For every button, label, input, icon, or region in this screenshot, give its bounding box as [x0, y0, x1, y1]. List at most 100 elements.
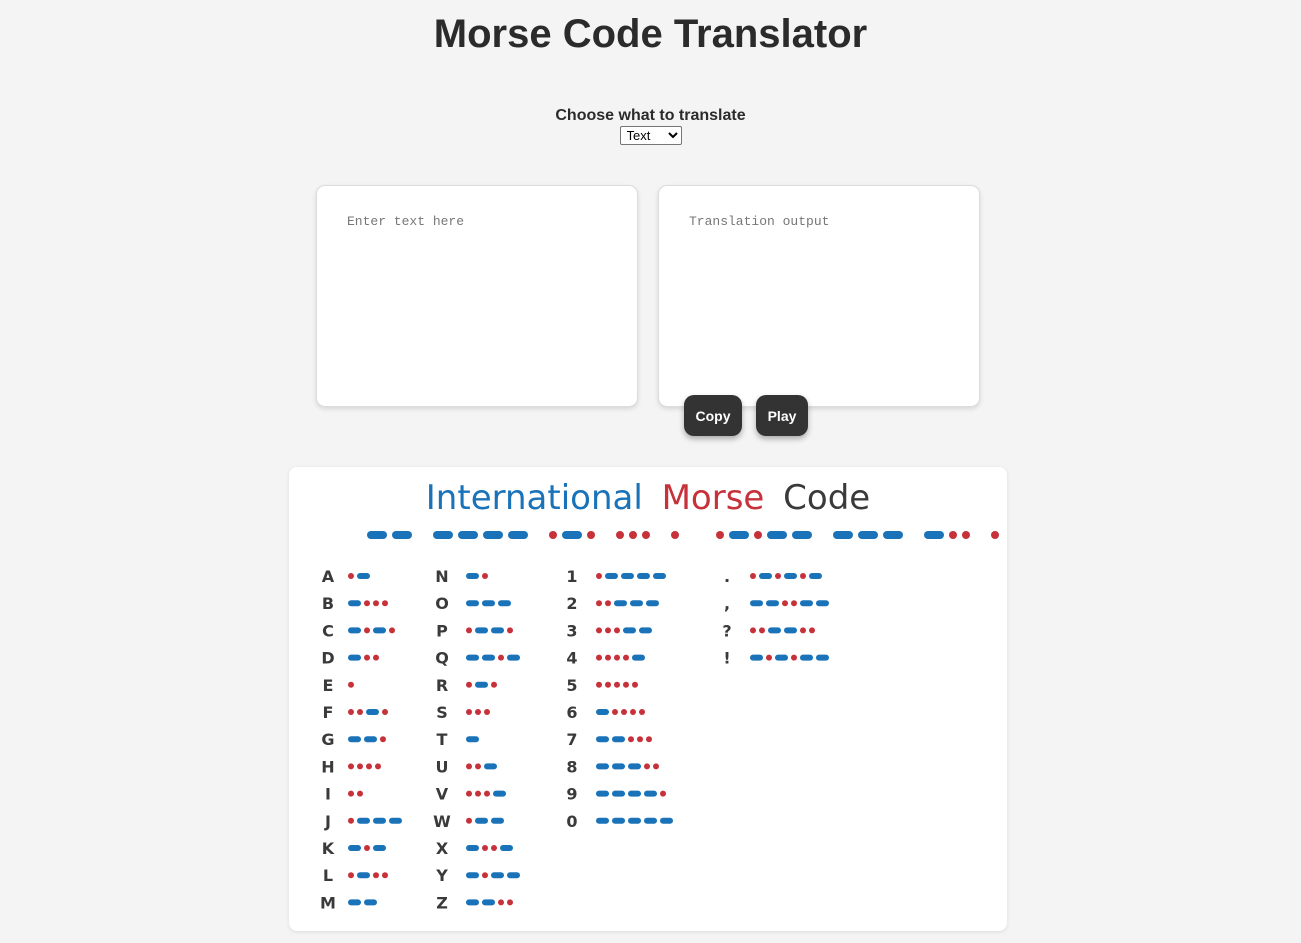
dash-mark — [628, 790, 641, 797]
dot-mark — [484, 790, 490, 797]
page-title: Morse Code Translator — [433, 12, 868, 56]
dash-mark — [482, 600, 495, 607]
dash-mark — [809, 573, 822, 579]
dot-mark — [375, 763, 381, 770]
dot-mark — [754, 531, 762, 539]
code-character: ! — [723, 649, 730, 668]
dot-mark — [475, 790, 481, 797]
dash-mark — [612, 790, 625, 797]
code-entry: H — [321, 757, 381, 776]
chart-title-international: International — [426, 478, 643, 518]
dash-mark — [596, 763, 609, 770]
dot-mark — [382, 709, 388, 715]
dot-mark — [364, 627, 370, 634]
dot-mark — [962, 531, 970, 539]
text-input[interactable] — [316, 185, 638, 407]
dash-mark — [348, 654, 361, 661]
dash-mark — [458, 531, 478, 539]
dot-mark — [466, 817, 472, 824]
code-character: 2 — [566, 594, 577, 613]
dash-mark — [630, 600, 643, 607]
dash-mark — [364, 899, 377, 906]
dash-mark — [364, 736, 377, 743]
dash-mark — [833, 531, 853, 539]
dot-mark — [364, 600, 370, 607]
dash-mark — [562, 531, 582, 539]
dot-mark — [605, 654, 611, 661]
dot-mark — [614, 681, 620, 688]
dot-mark — [348, 817, 354, 824]
mode-select[interactable]: TextMorse — [619, 126, 682, 145]
code-entry: Y — [435, 866, 520, 885]
dash-mark — [348, 600, 361, 607]
code-character: D — [321, 649, 334, 668]
code-entry: A — [322, 567, 370, 586]
code-character: ? — [722, 621, 731, 640]
dash-mark — [784, 627, 797, 634]
chart-banner-morse — [367, 531, 999, 539]
dot-mark — [366, 763, 372, 770]
dot-mark — [605, 627, 611, 634]
code-character: L — [323, 866, 333, 885]
code-entry: 8 — [566, 757, 659, 776]
code-entry: K — [322, 839, 386, 858]
code-character: J — [324, 812, 331, 831]
dash-mark — [784, 573, 797, 579]
dash-mark — [800, 654, 813, 661]
dot-mark — [639, 709, 645, 715]
code-character: 4 — [566, 649, 577, 668]
dot-mark — [623, 654, 629, 661]
dash-mark — [792, 531, 812, 539]
dot-mark — [616, 531, 624, 539]
code-character: 1 — [566, 567, 577, 586]
dot-mark — [498, 654, 504, 661]
dash-mark — [924, 531, 944, 539]
code-character: Y — [435, 866, 448, 885]
code-entry: , — [724, 594, 829, 613]
dot-mark — [484, 709, 490, 715]
dot-mark — [482, 845, 488, 851]
code-character: I — [325, 785, 331, 804]
dash-mark — [596, 736, 609, 743]
code-entry: J — [324, 812, 402, 831]
dot-mark — [646, 736, 652, 743]
dash-mark — [357, 872, 370, 879]
dash-mark — [348, 845, 361, 851]
dash-mark — [660, 817, 673, 824]
dash-mark — [883, 531, 903, 539]
dot-mark — [466, 709, 472, 715]
dot-mark — [628, 736, 634, 743]
code-entry: E — [323, 676, 354, 695]
dot-mark — [791, 600, 797, 607]
dash-mark — [750, 654, 763, 661]
dash-mark — [507, 872, 520, 879]
mode-label: Choose what to translate — [555, 107, 746, 124]
dash-mark — [644, 790, 657, 797]
dot-mark — [750, 573, 756, 579]
code-entry: 1 — [566, 567, 666, 586]
dash-mark — [775, 654, 788, 661]
code-entry: 3 — [566, 621, 652, 640]
translation-output[interactable] — [658, 185, 980, 407]
dash-mark — [767, 531, 787, 539]
code-character: B — [322, 594, 334, 613]
dot-mark — [629, 531, 637, 539]
dash-mark — [612, 817, 625, 824]
dot-mark — [759, 627, 765, 634]
code-character: E — [323, 676, 334, 695]
morse-reference-chart: International Morse Code ABCDEFGHIJKLM NO… — [289, 467, 1007, 931]
dot-mark — [364, 654, 370, 661]
dot-mark — [800, 573, 806, 579]
dash-mark — [605, 573, 618, 579]
play-button[interactable]: Play — [756, 395, 808, 436]
dot-mark — [809, 627, 815, 634]
code-character: K — [322, 839, 335, 858]
dot-mark — [382, 600, 388, 607]
dot-mark — [612, 709, 618, 715]
code-entry: G — [321, 730, 386, 749]
dot-mark — [482, 872, 488, 879]
code-entry: R — [436, 676, 497, 695]
code-character: T — [437, 730, 448, 749]
dash-mark — [348, 899, 361, 906]
copy-button[interactable]: Copy — [684, 395, 742, 436]
